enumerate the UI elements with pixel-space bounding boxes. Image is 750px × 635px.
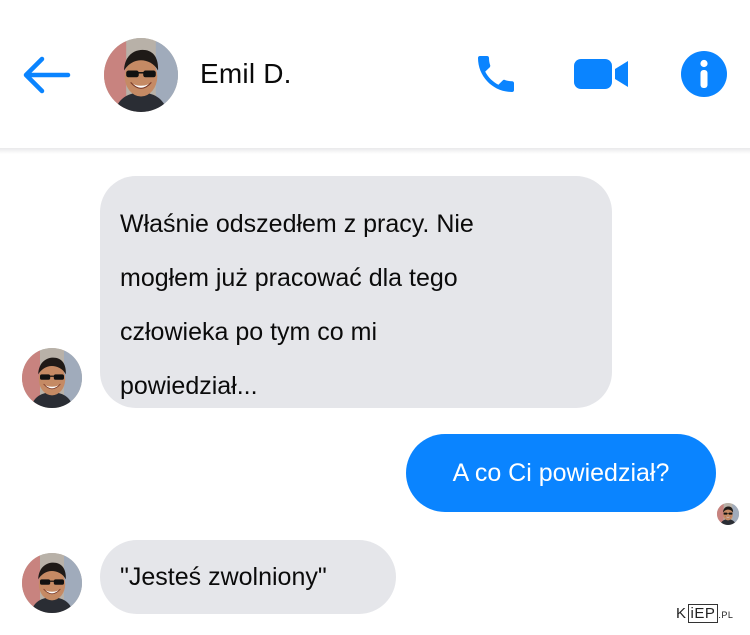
video-call-button[interactable] <box>572 56 630 92</box>
chat-header: Emil D. <box>0 0 750 148</box>
outgoing-message[interactable]: A co Ci powiedział? <box>406 434 716 512</box>
arrow-left-icon <box>23 56 71 94</box>
back-button[interactable] <box>18 50 72 100</box>
video-camera-icon <box>574 59 628 89</box>
sender-avatar[interactable] <box>22 553 82 613</box>
watermark-k: K <box>676 605 687 622</box>
sender-avatar[interactable] <box>22 348 82 408</box>
phone-icon <box>478 56 514 92</box>
incoming-message[interactable]: Właśnie odszedłem z pracy. Nie mogłem ju… <box>100 176 612 408</box>
watermark-iep: iEP <box>687 604 719 623</box>
watermark-logo: KiEP .PL <box>676 602 740 626</box>
seen-receipt-avatar <box>716 502 740 526</box>
message-line: mogłem już pracować dla tego <box>120 264 458 292</box>
message-list[interactable]: Właśnie odszedłem z pracy. Nie mogłem ju… <box>0 154 750 635</box>
call-button[interactable] <box>472 50 520 98</box>
message-line: Właśnie odszedłem z pracy. Nie <box>120 210 474 238</box>
info-button[interactable] <box>680 50 728 98</box>
watermark-pl: .PL <box>718 610 734 620</box>
incoming-message[interactable]: "Jesteś zwolniony" <box>100 540 396 614</box>
message-line: powiedział... <box>120 372 258 400</box>
message-line: człowieka po tym co mi <box>120 318 378 346</box>
info-icon <box>681 51 727 97</box>
contact-name[interactable]: Emil D. <box>200 58 292 90</box>
contact-avatar[interactable] <box>104 38 178 112</box>
